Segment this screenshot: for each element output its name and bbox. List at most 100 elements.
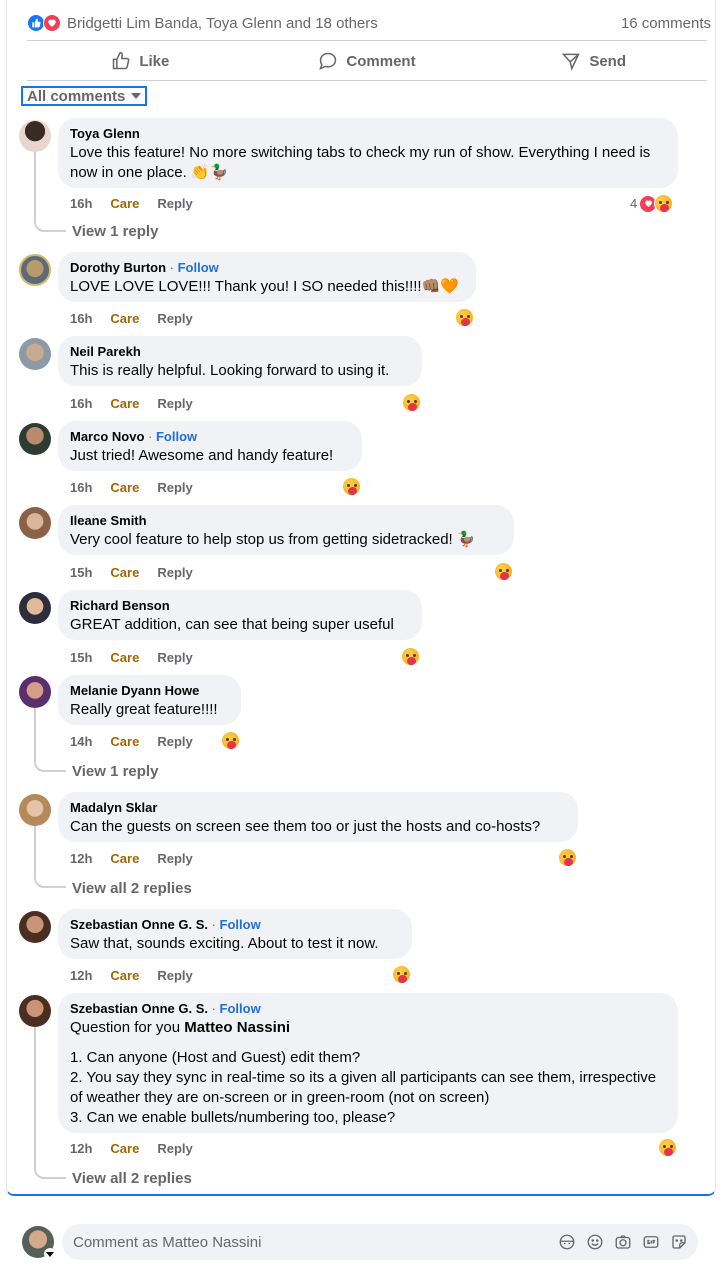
comment-author[interactable]: Szebastian Onne G. S. (70, 1001, 208, 1016)
comment-time[interactable]: 12h (70, 968, 92, 983)
reply-button[interactable]: Reply (157, 650, 192, 665)
chevron-down-icon[interactable] (44, 1248, 56, 1260)
comment-bubble: Richard Benson GREAT addition, can see t… (58, 590, 422, 640)
care-reaction-icon (455, 308, 474, 327)
view-replies-link[interactable]: View all 2 replies (72, 880, 192, 897)
care-button[interactable]: Care (110, 734, 139, 749)
follow-button[interactable]: Follow (220, 917, 261, 932)
comment-author[interactable]: Dorothy Burton (70, 260, 166, 275)
comment-time[interactable]: 16h (70, 480, 92, 495)
comment-time[interactable]: 16h (70, 396, 92, 411)
care-button[interactable]: Care (110, 311, 139, 326)
comment-text: This is really helpful. Looking forward … (70, 362, 390, 379)
comment-time[interactable]: 15h (70, 650, 92, 665)
comment-meta: 15h Care Reply (70, 565, 193, 580)
comment-reactions[interactable] (342, 477, 361, 496)
reaction-count: 4 (630, 196, 638, 211)
list-item: 1. Can anyone (Host and Guest) edit them… (70, 1049, 361, 1066)
comment-author[interactable]: Madalyn Sklar (70, 800, 157, 815)
comment-time[interactable]: 16h (70, 311, 92, 326)
care-button[interactable]: Care (110, 650, 139, 665)
view-replies-link[interactable]: View all 2 replies (72, 1170, 192, 1187)
care-button[interactable]: Care (110, 396, 139, 411)
follow-button[interactable]: Follow (178, 260, 219, 275)
emoji-icon[interactable] (586, 1233, 604, 1251)
care-button[interactable]: Care (110, 196, 139, 211)
reply-button[interactable]: Reply (157, 734, 192, 749)
comment-meta: 12h Care Reply (70, 968, 193, 983)
care-reaction-icon (221, 731, 240, 750)
avatar-sticker-icon[interactable] (558, 1233, 576, 1251)
reply-button[interactable]: Reply (157, 565, 192, 580)
comment-reactions[interactable] (658, 1138, 677, 1157)
care-reaction-icon (402, 393, 421, 412)
follow-button[interactable]: Follow (156, 429, 197, 444)
comment-time[interactable]: 16h (70, 196, 92, 211)
avatar[interactable] (19, 120, 51, 152)
care-button[interactable]: Care (110, 480, 139, 495)
camera-icon[interactable] (614, 1233, 632, 1251)
care-reaction-icon (401, 647, 420, 666)
view-replies-link[interactable]: View 1 reply (72, 223, 158, 240)
reply-button[interactable]: Reply (157, 311, 192, 326)
sticker-icon[interactable] (670, 1233, 688, 1251)
reactor-names[interactable]: Bridgetti Lim Banda, Toya Glenn and 18 o… (67, 15, 378, 32)
care-button[interactable]: Care (110, 1141, 139, 1156)
comment-time[interactable]: 15h (70, 565, 92, 580)
comment-author[interactable]: Melanie Dyann Howe (70, 683, 199, 698)
reply-button[interactable]: Reply (157, 480, 192, 495)
reaction-summary[interactable]: Bridgetti Lim Banda, Toya Glenn and 18 o… (27, 12, 711, 34)
avatar[interactable] (19, 254, 51, 286)
avatar[interactable] (19, 676, 51, 708)
comment-author[interactable]: Richard Benson (70, 598, 170, 613)
avatar[interactable] (19, 911, 51, 943)
follow-button[interactable]: Follow (220, 1001, 261, 1016)
comment-text: Love this feature! No more switching tab… (70, 144, 651, 181)
comment-time[interactable]: 12h (70, 851, 92, 866)
avatar[interactable] (19, 423, 51, 455)
view-replies-link[interactable]: View 1 reply (72, 763, 158, 780)
care-button[interactable]: Care (110, 565, 139, 580)
like-button[interactable]: Like (27, 42, 254, 80)
avatar[interactable] (19, 794, 51, 826)
comment-reactions[interactable] (221, 731, 240, 750)
avatar[interactable] (19, 592, 51, 624)
comment-author[interactable]: Szebastian Onne G. S. (70, 917, 208, 932)
comment-filter-dropdown[interactable]: All comments (21, 86, 148, 106)
comment-bubble: Marco Novo · Follow Just tried! Awesome … (58, 421, 362, 471)
send-button[interactable]: Send (480, 42, 707, 80)
comment-reactions[interactable] (401, 647, 420, 666)
thumbs-up-icon (113, 51, 130, 70)
reply-button[interactable]: Reply (157, 851, 192, 866)
gif-icon[interactable] (642, 1233, 660, 1251)
comment-filter-label: All comments (27, 87, 126, 105)
reply-button[interactable]: Reply (157, 1141, 192, 1156)
avatar[interactable] (19, 338, 51, 370)
comment-reactions[interactable]: 4 (630, 194, 674, 213)
care-button[interactable]: Care (110, 851, 139, 866)
comment-meta: 15h Care Reply (70, 650, 193, 665)
avatar[interactable] (19, 507, 51, 539)
care-button[interactable]: Care (110, 968, 139, 983)
care-reaction-icon (654, 194, 674, 213)
divider (27, 40, 707, 41)
comment-reactions[interactable] (558, 848, 577, 867)
mention-link[interactable]: Matteo Nassini (184, 1019, 290, 1036)
comment-reactions[interactable] (402, 393, 421, 412)
comment-input[interactable] (73, 1233, 533, 1251)
reply-button[interactable]: Reply (157, 196, 192, 211)
comment-time[interactable]: 14h (70, 734, 92, 749)
reply-button[interactable]: Reply (157, 396, 192, 411)
comment-author[interactable]: Ileane Smith (70, 513, 147, 528)
avatar[interactable] (19, 995, 51, 1027)
comment-author[interactable]: Toya Glenn (70, 126, 140, 141)
reply-button[interactable]: Reply (157, 968, 192, 983)
comment-count[interactable]: 16 comments (621, 15, 711, 32)
comment-button[interactable]: Comment (254, 42, 481, 80)
comment-reactions[interactable] (392, 965, 411, 984)
comment-reactions[interactable] (455, 308, 474, 327)
comment-reactions[interactable] (494, 562, 513, 581)
comment-time[interactable]: 12h (70, 1141, 92, 1156)
comment-author[interactable]: Neil Parekh (70, 344, 141, 359)
comment-author[interactable]: Marco Novo (70, 429, 144, 444)
